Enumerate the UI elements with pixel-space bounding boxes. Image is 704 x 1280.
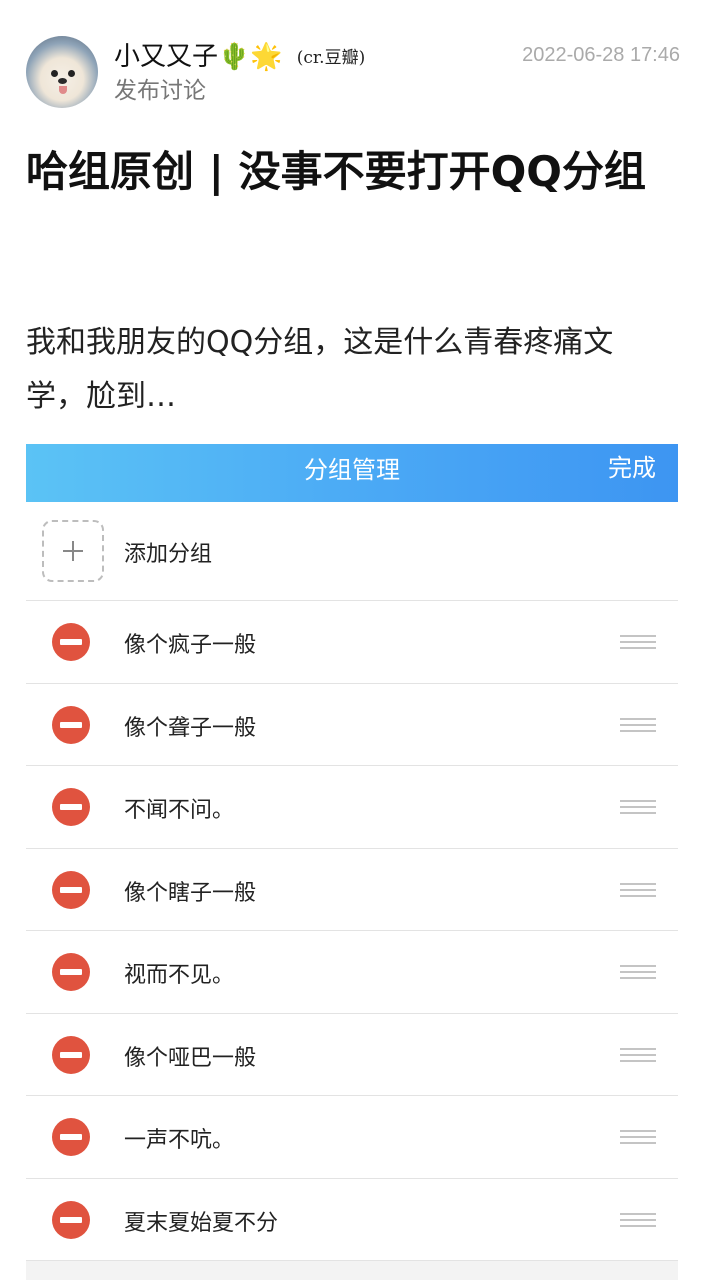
delete-minus-icon[interactable] bbox=[52, 1200, 90, 1239]
avatar-nose bbox=[58, 78, 67, 84]
group-manager-topbar: 分组管理 完成 bbox=[26, 444, 678, 502]
drag-handle-icon[interactable] bbox=[620, 1047, 656, 1062]
delete-minus-icon[interactable] bbox=[52, 623, 90, 661]
drag-handle-icon[interactable] bbox=[620, 800, 656, 814]
drag-handle-line bbox=[620, 717, 656, 720]
drag-handle-line bbox=[620, 1053, 656, 1056]
drag-handle-icon[interactable] bbox=[620, 1130, 656, 1144]
drag-handle-line bbox=[620, 971, 656, 973]
group-name: 夏末夏始夏不分 bbox=[124, 1210, 279, 1236]
delete-minus-icon[interactable] bbox=[52, 953, 90, 991]
author-emoji: 🌵🌟 bbox=[218, 42, 283, 72]
group-row[interactable]: 像个瞎子一般 bbox=[26, 849, 678, 931]
plus-icon-bar bbox=[72, 541, 74, 561]
drag-handle-icon[interactable] bbox=[620, 1212, 656, 1227]
group-name: 像个瞎子一般 bbox=[124, 880, 257, 906]
group-name: 一声不吭。 bbox=[124, 1128, 235, 1153]
group-manager-screenshot: 分组管理 完成 添加分组 像个疯子一般 像个聋子一般 不闻不问。像个瞎子一般 视而不见… bbox=[26, 444, 678, 1280]
group-row[interactable]: 像个聋子一般 bbox=[26, 684, 678, 766]
post-page: 小又又子🌵🌟 (cr.豆瓣) 发布讨论 2022-06-28 17:46 哈组原创… bbox=[0, 0, 704, 1280]
drag-handle-line bbox=[620, 800, 656, 802]
avatar-eye bbox=[51, 70, 58, 77]
avatar-tongue bbox=[59, 86, 67, 94]
group-row[interactable]: 一声不吭。 bbox=[26, 1096, 678, 1179]
group-row[interactable]: 夏末夏始夏不分 bbox=[26, 1179, 678, 1261]
post-type-label: 发布讨论 bbox=[114, 78, 206, 104]
plus-icon[interactable] bbox=[42, 520, 104, 582]
delete-minus-icon[interactable] bbox=[52, 1035, 90, 1074]
post-timestamp: 2022-06-28 17:46 bbox=[522, 44, 680, 66]
done-button[interactable]: 完成 bbox=[608, 448, 656, 483]
add-group-row[interactable]: 添加分组 bbox=[26, 502, 678, 601]
drag-handle-line bbox=[620, 882, 656, 885]
drag-handle-line bbox=[620, 1130, 656, 1132]
bottom-strip bbox=[26, 1261, 678, 1280]
drag-handle-line bbox=[620, 641, 656, 643]
drag-handle-line bbox=[620, 1136, 656, 1138]
group-manager-title: 分组管理 bbox=[304, 456, 400, 484]
drag-handle-line bbox=[620, 1224, 656, 1227]
post-title: 哈组原创 | 没事不要打开QQ分组 bbox=[26, 147, 646, 196]
group-row[interactable]: 像个疯子一般 bbox=[26, 601, 678, 684]
credit-note: (cr.豆瓣) bbox=[296, 48, 366, 68]
drag-handle-icon[interactable] bbox=[620, 635, 656, 649]
group-row[interactable]: 像个哑巴一般 bbox=[26, 1014, 678, 1096]
add-group-label: 添加分组 bbox=[124, 542, 213, 567]
group-row[interactable]: 不闻不问。 bbox=[26, 766, 678, 849]
group-name: 不闻不问。 bbox=[124, 798, 235, 823]
drag-handle-line bbox=[620, 635, 656, 637]
drag-handle-line bbox=[620, 1142, 656, 1144]
drag-handle-line bbox=[620, 812, 656, 814]
drag-handle-line bbox=[620, 894, 656, 897]
drag-handle-line bbox=[620, 647, 656, 649]
group-name: 视而不见。 bbox=[124, 963, 235, 988]
avatar[interactable] bbox=[26, 36, 98, 108]
group-row[interactable]: 视而不见。 bbox=[26, 931, 678, 1014]
avatar-eye bbox=[68, 70, 75, 77]
drag-handle-line bbox=[620, 1047, 656, 1050]
group-name: 像个哑巴一般 bbox=[124, 1045, 257, 1071]
post-header: 小又又子🌵🌟 (cr.豆瓣) 发布讨论 2022-06-28 17:46 bbox=[26, 36, 680, 112]
drag-handle-line bbox=[620, 965, 656, 967]
drag-handle-line bbox=[620, 729, 656, 732]
author-name[interactable]: 小又又子 bbox=[114, 42, 218, 72]
drag-handle-line bbox=[620, 1212, 656, 1215]
drag-handle-line bbox=[620, 806, 656, 808]
delete-minus-icon[interactable] bbox=[52, 870, 90, 909]
group-list: 像个疯子一般 像个聋子一般 不闻不问。像个瞎子一般 视而不见。像个哑巴一般 一声不吭。夏… bbox=[26, 601, 678, 1261]
drag-handle-icon[interactable] bbox=[620, 882, 656, 897]
delete-minus-icon[interactable] bbox=[52, 1118, 90, 1156]
author-line: 小又又子🌵🌟 (cr.豆瓣) bbox=[114, 40, 365, 75]
post-body: 我和我朋友的QQ分组，这是什么青春疼痛文学，尬到… bbox=[26, 325, 614, 414]
drag-handle-line bbox=[620, 1218, 656, 1221]
group-name: 像个聋子一般 bbox=[124, 715, 257, 741]
drag-handle-line bbox=[620, 1059, 656, 1062]
drag-handle-line bbox=[620, 723, 656, 726]
drag-handle-line bbox=[620, 977, 656, 979]
group-name: 像个疯子一般 bbox=[124, 633, 257, 658]
delete-minus-icon[interactable] bbox=[52, 788, 90, 826]
drag-handle-icon[interactable] bbox=[620, 965, 656, 979]
drag-handle-icon[interactable] bbox=[620, 717, 656, 732]
delete-minus-icon[interactable] bbox=[52, 705, 90, 744]
drag-handle-line bbox=[620, 888, 656, 891]
